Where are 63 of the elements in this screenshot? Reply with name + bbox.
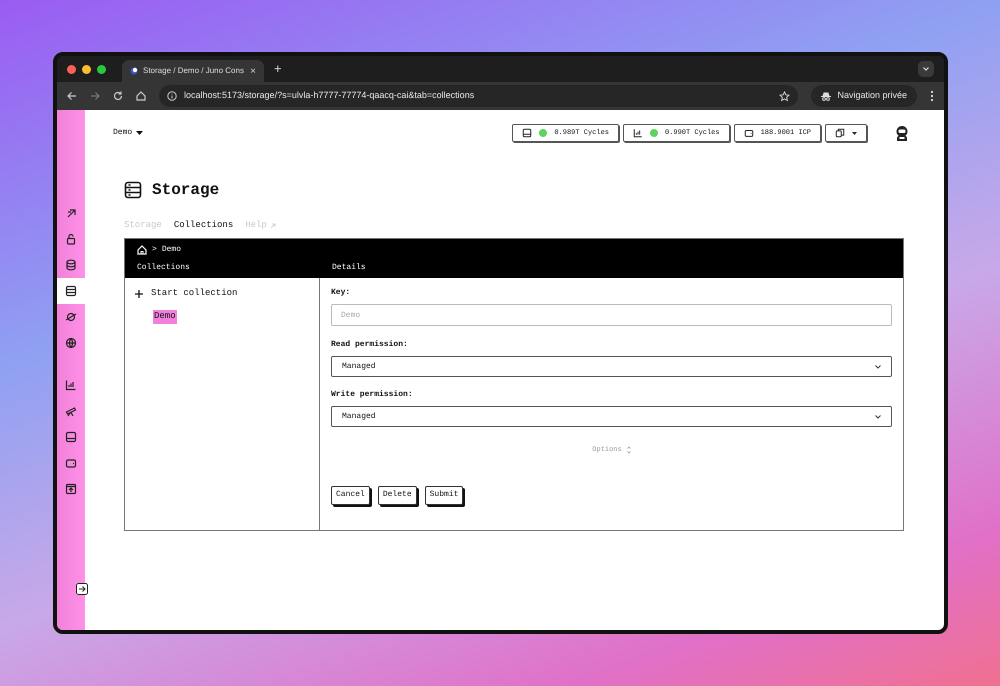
storage-icon	[65, 285, 77, 297]
forward-icon[interactable]	[90, 91, 100, 101]
breadcrumb-link[interactable]: Demo	[162, 244, 182, 256]
bookmark-star-icon[interactable]	[779, 90, 790, 102]
globe-icon	[65, 337, 77, 349]
field-label: Key:	[331, 287, 352, 299]
maximize-window-icon[interactable]	[97, 64, 106, 74]
plus-icon	[135, 290, 143, 298]
collection-item[interactable]: Demo	[153, 310, 177, 324]
start-collection-button[interactable]: Start collection	[135, 288, 319, 300]
breadcrumb-separator: >	[152, 244, 157, 256]
minimize-window-icon[interactable]	[82, 64, 91, 74]
chart-icon	[632, 128, 643, 138]
close-window-icon[interactable]	[67, 64, 76, 74]
tab-list-icon[interactable]	[918, 61, 934, 77]
copy-menu-button[interactable]	[825, 124, 867, 142]
storage-icon	[124, 181, 142, 199]
browser-tab[interactable]: Storage / Demo / Juno Cons ×	[122, 60, 264, 82]
private-browsing-badge[interactable]: Navigation privée	[811, 85, 917, 107]
expand-sidebar-icon[interactable]	[76, 583, 88, 595]
read-permission-dropdown[interactable]: Managed	[331, 356, 892, 377]
page-tab[interactable]: Collections	[174, 219, 234, 233]
home-icon[interactable]	[136, 91, 146, 101]
sidebar-item[interactable]	[57, 278, 85, 304]
chevron-down-icon	[875, 414, 881, 418]
telescope-icon	[65, 405, 77, 417]
upload-box-icon	[65, 483, 77, 495]
write-permission-dropdown[interactable]: Managed	[331, 406, 892, 427]
wallet-icon	[744, 128, 754, 138]
expand-icon	[626, 446, 631, 454]
form-button[interactable]: Delete	[378, 486, 417, 504]
caret-icon	[136, 130, 144, 136]
more-menu-icon[interactable]	[930, 90, 934, 102]
database-icon	[65, 259, 77, 271]
back-icon[interactable]	[67, 91, 77, 101]
field-label: Read permission:	[331, 339, 409, 351]
column-header: Collections	[137, 262, 191, 274]
tab-title: Storage / Demo / Juno Cons	[143, 65, 245, 77]
info-icon[interactable]	[167, 91, 177, 101]
form-button[interactable]: Submit	[424, 486, 464, 504]
monitor-icon	[65, 431, 77, 443]
page-title: Storage	[152, 180, 220, 201]
new-tab-button[interactable]: +	[274, 59, 282, 79]
incognito-icon	[821, 92, 832, 100]
external-link-icon	[270, 223, 276, 229]
copy-icon	[835, 128, 845, 138]
chart-icon	[65, 379, 77, 391]
field-label: Write permission:	[331, 389, 414, 401]
planet-icon	[65, 311, 77, 323]
canister-icon	[522, 128, 532, 138]
form-button[interactable]: Cancel	[331, 486, 370, 504]
favicon-icon	[130, 67, 138, 75]
astronaut-avatar-icon[interactable]	[894, 125, 910, 141]
chevron-down-icon	[875, 364, 881, 368]
tab-close-button[interactable]: ×	[250, 64, 256, 78]
lock-icon	[65, 233, 77, 245]
wallet-icon	[65, 457, 77, 469]
key-input-field[interactable]: Demo	[331, 304, 892, 326]
address-bar[interactable]: localhost:5173/storage/?s=ulvla-h7777-77774-qaacq-cai&tab=collections	[159, 85, 798, 107]
reload-icon[interactable]	[113, 91, 123, 101]
column-header: Details	[332, 262, 366, 274]
caret-icon	[852, 132, 857, 134]
satellite-selector[interactable]: Demo	[113, 127, 144, 139]
